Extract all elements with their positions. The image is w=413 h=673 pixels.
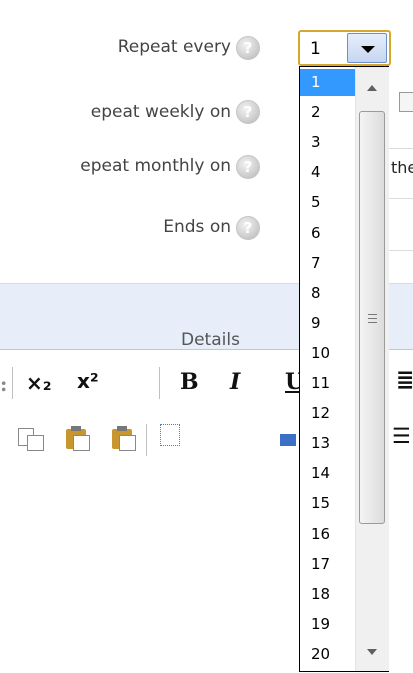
dropdown-option[interactable]: 20: [300, 641, 355, 668]
dropdown-option[interactable]: 16: [300, 521, 355, 548]
align-justify-button[interactable]: ≣: [396, 368, 413, 393]
scrollbar-thumb[interactable]: [359, 111, 385, 524]
dropdown-triangle: [361, 46, 375, 53]
dropdown-option[interactable]: 19: [300, 611, 355, 638]
field-divider: [389, 250, 413, 251]
help-icon[interactable]: ?: [236, 216, 260, 240]
toolbar-separator: [12, 367, 13, 399]
copy-icon[interactable]: [18, 428, 44, 452]
help-glyph: ?: [243, 39, 253, 57]
dropdown-option[interactable]: 11: [300, 370, 355, 397]
dropdown-option[interactable]: 5: [300, 189, 355, 216]
italic-button[interactable]: I: [230, 369, 240, 395]
toolbar-edge: :: [0, 372, 8, 396]
dropdown-option[interactable]: 4: [300, 159, 355, 186]
ends-on-label: Ends on: [163, 217, 231, 237]
dropdown-option[interactable]: 6: [300, 220, 355, 247]
dropdown-scrollbar[interactable]: [355, 67, 389, 671]
repeat-every-label: Repeat every: [117, 37, 231, 57]
dropdown-option[interactable]: 15: [300, 490, 355, 517]
toolbar-separator: [146, 424, 147, 456]
details-section-title: Details: [181, 330, 240, 350]
monthly-option-text: the: [391, 158, 413, 177]
dropdown-option[interactable]: 10: [300, 340, 355, 367]
paste-paper: [73, 435, 90, 451]
weekly-day-checkbox[interactable]: [399, 92, 413, 112]
scrollbar-grip: [368, 314, 377, 315]
field-divider: [389, 198, 413, 199]
paste-text-icon[interactable]: [110, 426, 136, 451]
chevron-down-icon[interactable]: [347, 33, 387, 63]
dropdown-option[interactable]: 14: [300, 460, 355, 487]
list-button[interactable]: ☰: [392, 424, 411, 448]
paste-icon[interactable]: [64, 426, 90, 451]
scroll-down-arrow[interactable]: [367, 649, 377, 655]
toolbar-separator: [159, 367, 160, 399]
paste-paper: [119, 435, 136, 451]
copy-paper: [27, 435, 44, 451]
select-value: 1: [310, 39, 321, 59]
scrollbar-grip: [368, 322, 377, 323]
dropdown-option[interactable]: 17: [300, 551, 355, 578]
clipboard-clip: [71, 426, 81, 431]
help-icon[interactable]: ?: [236, 100, 260, 124]
dropdown-option[interactable]: 18: [300, 581, 355, 608]
help-icon[interactable]: ?: [236, 155, 260, 179]
help-glyph: ?: [243, 158, 253, 176]
subscript-button[interactable]: ×₂: [26, 371, 52, 395]
spellcheck-check: [280, 434, 296, 446]
repeat-monthly-label: epeat monthly on: [80, 156, 231, 176]
help-glyph: ?: [243, 103, 253, 121]
bold-button[interactable]: B: [180, 369, 199, 395]
help-icon[interactable]: ?: [236, 36, 260, 60]
field-divider: [389, 148, 413, 149]
scrollbar-grip: [368, 318, 377, 319]
dropdown-option[interactable]: 2: [300, 99, 355, 126]
dropdown-option[interactable]: 9: [300, 310, 355, 337]
dropdown-option[interactable]: 12: [300, 400, 355, 427]
help-glyph: ?: [243, 219, 253, 237]
dropdown-option[interactable]: 8: [300, 280, 355, 307]
scroll-up-arrow[interactable]: [367, 85, 377, 91]
dropdown-option[interactable]: 3: [300, 129, 355, 156]
superscript-button[interactable]: x²: [77, 369, 99, 393]
find-replace-icon[interactable]: [160, 424, 180, 446]
repeat-every-select[interactable]: 1: [298, 30, 391, 66]
repeat-weekly-label: epeat weekly on: [90, 102, 231, 122]
clipboard-clip: [117, 426, 127, 431]
dropdown-option[interactable]: 13: [300, 430, 355, 457]
dropdown-option[interactable]: 7: [300, 250, 355, 277]
dropdown-option[interactable]: 1: [300, 69, 355, 96]
